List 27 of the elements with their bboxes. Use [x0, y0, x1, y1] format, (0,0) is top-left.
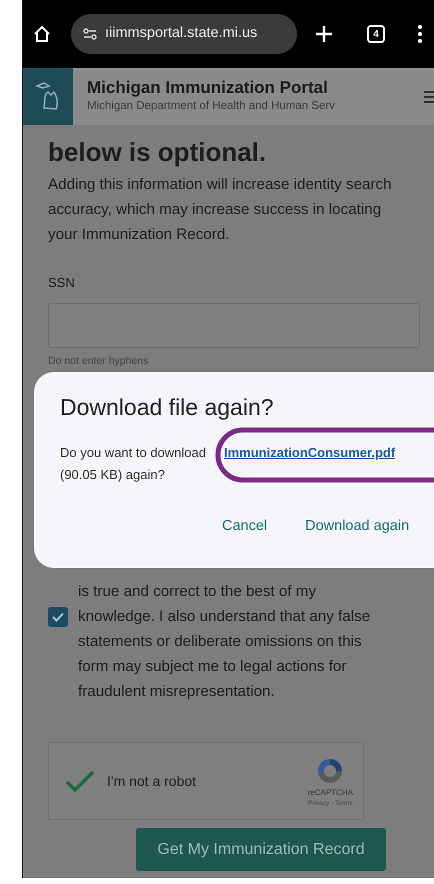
site-settings-icon[interactable] [83, 28, 97, 40]
more-menu-icon[interactable] [418, 25, 422, 43]
checkmark-icon [52, 612, 64, 622]
site-title: Michigan Immunization Portal [87, 78, 329, 98]
captcha-label: I'm not a robot [107, 772, 196, 791]
checkmark-icon[interactable] [65, 769, 95, 794]
field-label: SSN [48, 274, 76, 292]
state-logo[interactable] [23, 68, 73, 125]
tab-count[interactable]: 4 [367, 25, 385, 43]
section-heading: below is optional. [48, 137, 268, 168]
address-bar[interactable]: ıiimmsportal.state.mi.us [71, 14, 297, 54]
dialog-message: (90.05 KB) again? [60, 466, 165, 482]
intro-text: Adding this information will increase identity search accuracy, which may increase success in locating your Immunization Record. [48, 175, 393, 246]
attestation-text: is true and correct to the best of my knowledge. I also understand that any false statements or deliberate omissions on this form may subject me to legal actions for fraudulent misrepresentation. [78, 582, 372, 702]
site-subtitle: Michigan Department of Health and Human Serv [87, 99, 336, 114]
captcha-brand: reCAPTCHA [308, 786, 353, 799]
home-icon[interactable] [33, 25, 51, 43]
file-link[interactable]: ImmunizationConsumer.pdf [224, 444, 396, 460]
field-hint: Do not enter hyphens [48, 354, 150, 369]
dialog-title: Download file again? [60, 394, 275, 422]
dialog-button[interactable]: Cancel [222, 510, 268, 544]
url-text: ıiimmsportal.state.mi.us [105, 24, 258, 44]
submit-button[interactable]: Get My Immunization Record [136, 828, 386, 872]
dialog-message: Do you want to download [60, 444, 206, 460]
dialog-button[interactable]: Download again [305, 510, 410, 544]
new-tab-icon[interactable] [315, 25, 333, 43]
checkbox[interactable] [48, 607, 68, 628]
